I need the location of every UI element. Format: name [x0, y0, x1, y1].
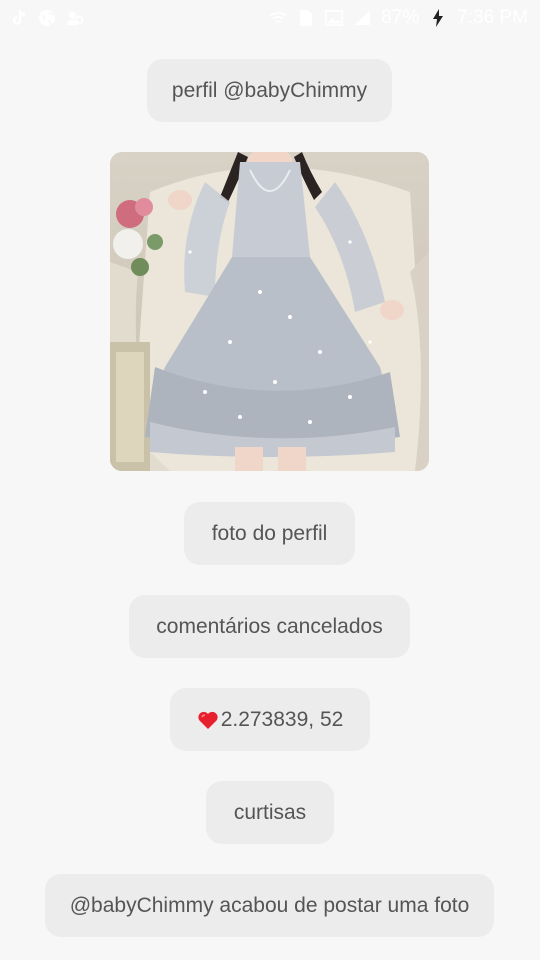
dress-photo-illustration [110, 152, 429, 471]
sim-icon [297, 9, 315, 27]
photo-icon [325, 9, 344, 27]
likes-label: curtisas [233, 800, 307, 824]
likes-count: 2.273839, 52 [220, 707, 344, 731]
profile-photo[interactable] [110, 152, 429, 471]
signal-icon [353, 9, 371, 27]
profile-title: perfil @babyChimmy [171, 78, 368, 102]
status-bar: 87% 7:36 PM [0, 0, 540, 36]
likes-label-bubble: curtisas [206, 781, 334, 844]
photo-label: foto do perfil [211, 521, 328, 545]
comments-status: comentários cancelados [156, 614, 383, 638]
status-left [10, 9, 84, 27]
notification-bubble: @babyChimmy acabou de postar uma foto [45, 874, 494, 937]
comments-status-bubble: comentários cancelados [129, 595, 410, 658]
photo-label-bubble: foto do perfil [184, 502, 355, 565]
status-right: 87% 7:36 PM [269, 7, 528, 29]
notification-text: @babyChimmy acabou de postar uma foto [69, 893, 470, 917]
heart-icon [198, 711, 218, 729]
battery-percent: 87% [381, 7, 420, 28]
tiktok-icon [10, 9, 28, 27]
likes-bubble: 2.273839, 52 [170, 688, 370, 751]
clock: 7:36 PM [457, 7, 528, 28]
globe-icon [38, 9, 56, 27]
wifi-icon [269, 9, 287, 27]
people-icon [66, 9, 84, 27]
charging-icon [429, 9, 447, 27]
profile-title-bubble: perfil @babyChimmy [147, 59, 392, 122]
